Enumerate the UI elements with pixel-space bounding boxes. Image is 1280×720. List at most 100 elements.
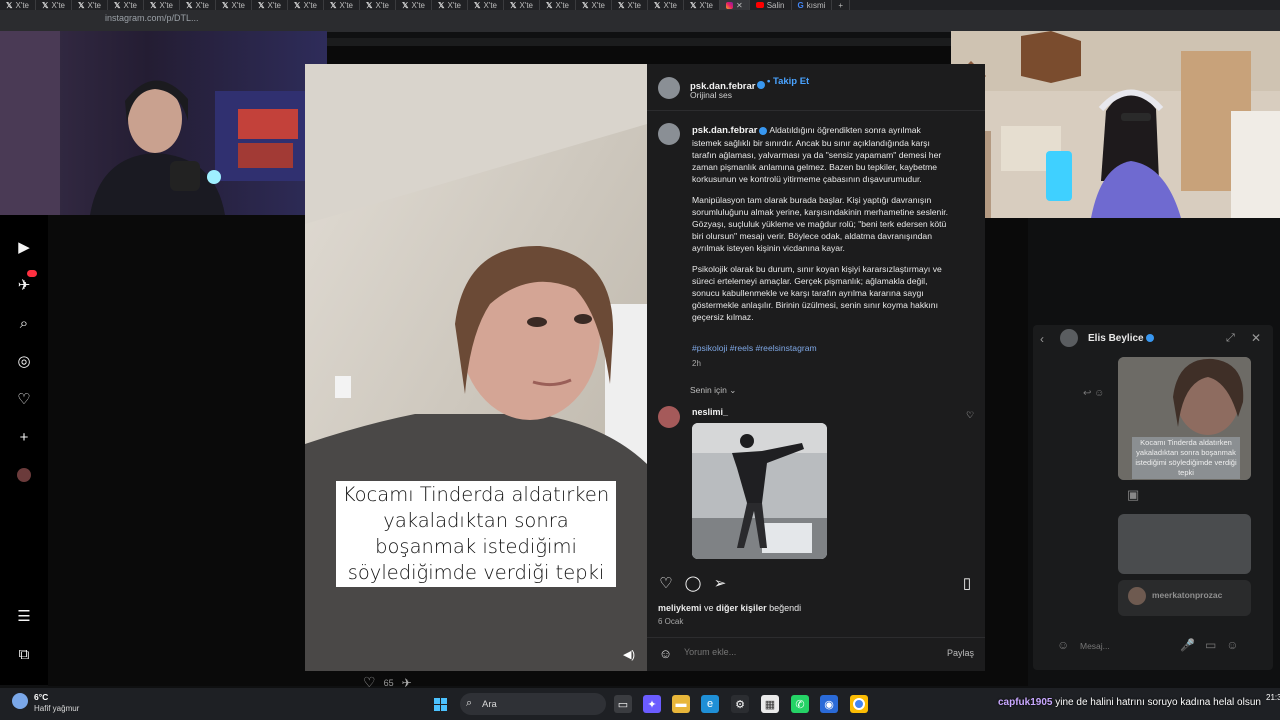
browser-tab[interactable]: 𝕏 X'te — [432, 0, 468, 10]
app-icon[interactable]: ⚙ — [731, 695, 749, 713]
x-logo-icon: 𝕏 — [402, 0, 409, 10]
browser-tab[interactable]: 𝕏 X'te — [396, 0, 432, 10]
browser-tab[interactable]: 𝕏 X'te — [612, 0, 648, 10]
comment-author[interactable]: neslimi_ — [692, 407, 728, 417]
browser-tab[interactable]: 𝕏 X'te — [504, 0, 540, 10]
x-logo-icon: 𝕏 — [366, 0, 373, 10]
x-logo-icon: 𝕏 — [654, 0, 661, 10]
messages-icon[interactable]: ✈ — [15, 270, 37, 294]
create-icon[interactable]: + — [15, 428, 33, 446]
edge-icon[interactable]: e — [701, 695, 719, 713]
task-view-icon[interactable]: ▭ — [614, 695, 632, 713]
weather-description[interactable]: Hafif yağmur — [34, 704, 79, 713]
taskbar-clock[interactable]: 21:3 — [1266, 693, 1280, 702]
windows-start-icon[interactable] — [431, 695, 449, 713]
avatar[interactable] — [1060, 329, 1078, 347]
file-explorer-icon[interactable]: ▬ — [672, 695, 690, 713]
explore-icon[interactable]: ◎ — [15, 352, 33, 370]
search-icon: ⌕ — [466, 697, 473, 709]
avatar[interactable] — [658, 77, 680, 99]
x-logo-icon: 𝕏 — [690, 0, 697, 10]
close-icon[interactable]: ✕ — [1251, 331, 1261, 345]
browser-tab[interactable]: 𝕏 X'te — [576, 0, 612, 10]
browser-tab[interactable]: 𝕏 X'te — [252, 0, 288, 10]
x-logo-icon: 𝕏 — [510, 0, 517, 10]
browser-tab[interactable]: 𝕏 X'te — [648, 0, 684, 10]
caption-paragraph: Psikolojik olarak bu durum, sınır koyan … — [692, 264, 942, 322]
back-icon[interactable]: ‹ — [1040, 332, 1044, 346]
streamer-webcam-left — [0, 31, 327, 215]
hashtags[interactable]: #psikoloji #reels #reelsinstagram — [692, 343, 817, 353]
chrome-icon[interactable] — [850, 695, 868, 713]
browser-tab-active[interactable]: ✕ — [720, 0, 750, 10]
x-logo-icon: 𝕏 — [114, 0, 121, 10]
dm-contact-name[interactable]: Elis Beylice — [1088, 333, 1154, 344]
dm-message-input[interactable]: Mesaj... — [1080, 641, 1110, 651]
browser-tab[interactable]: 𝕏 X'te — [180, 0, 216, 10]
avatar[interactable] — [658, 123, 680, 145]
reels-icon[interactable]: ▶ — [15, 238, 33, 256]
browser-tab[interactable]: 𝕏 X'te — [360, 0, 396, 10]
url-text[interactable]: instagram.com/p/DTL... — [105, 13, 199, 23]
comment-input[interactable] — [684, 647, 884, 657]
menu-icon[interactable]: ☰ — [15, 607, 33, 625]
browser-tab[interactable]: Gkısmi — [792, 0, 833, 10]
also-from-meta-icon[interactable]: ⧉ — [15, 645, 33, 663]
profile-avatar[interactable] — [15, 466, 33, 484]
x-logo-icon: 𝕏 — [618, 0, 625, 10]
original-audio-link[interactable]: Orijinal ses — [690, 90, 732, 100]
instagram-icon — [726, 1, 733, 9]
x-logo-icon: 𝕏 — [78, 0, 85, 10]
dm-shared-post[interactable] — [1118, 514, 1251, 574]
browser-tab[interactable]: 𝕏 X'te — [684, 0, 720, 10]
save-icon[interactable]: ▯ — [958, 574, 976, 592]
comment-icon[interactable]: ◯ — [684, 574, 702, 592]
avatar[interactable] — [658, 406, 680, 428]
post-date: 6 Ocak — [658, 617, 684, 626]
weather-temperature[interactable]: 6°C — [34, 692, 48, 702]
verified-icon — [1145, 334, 1154, 343]
youtube-icon — [755, 2, 764, 8]
new-tab-button[interactable]: + — [832, 0, 851, 10]
follow-button[interactable]: • Takip Et — [767, 76, 809, 87]
dm-input-actions[interactable]: 🎤▭☺ — [1180, 638, 1249, 652]
share-icon[interactable]: ➢ — [711, 574, 729, 592]
browser-tab[interactable]: 𝕏 X'te — [324, 0, 360, 10]
dm-reel-caption: Kocamı Tinderda aldatırken yakaladıktan … — [1132, 437, 1240, 479]
browser-tab[interactable]: 𝕏 X'te — [72, 0, 108, 10]
search-icon[interactable]: ⌕ — [15, 314, 33, 332]
gif-image — [692, 423, 827, 559]
x-logo-icon: 𝕏 — [186, 0, 193, 10]
browser-tab[interactable]: 𝕏 X'te — [540, 0, 576, 10]
heart-icon[interactable]: ♡ — [15, 390, 33, 408]
browser-tab[interactable]: 𝕏 X'te — [288, 0, 324, 10]
like-count: 65 — [383, 677, 394, 688]
browser-tab[interactable]: 𝕏 X'te — [216, 0, 252, 10]
whatsapp-icon[interactable]: ✆ — [791, 695, 809, 713]
store-icon[interactable]: ▦ — [761, 695, 779, 713]
close-icon[interactable]: ✕ — [736, 1, 743, 10]
browser-tab[interactable]: 𝕏 X'te — [108, 0, 144, 10]
post-caption: psk.dan.febrar Aldatıldığını öğrendikten… — [692, 124, 952, 332]
comment-like-icon[interactable]: ♡ — [966, 410, 974, 421]
browser-tab[interactable]: 𝕏 X'te — [144, 0, 180, 10]
speaker-icon[interactable]: ◀) — [621, 646, 637, 662]
expand-icon[interactable]: ⤢ — [1226, 332, 1235, 345]
copilot-icon[interactable]: ✦ — [643, 695, 661, 713]
like-icon[interactable]: ♡ — [657, 574, 675, 592]
dm-shared-username[interactable]: meerkatonprozac — [1152, 590, 1222, 600]
browser-tab[interactable]: Salin — [750, 0, 792, 10]
sort-dropdown[interactable]: Senin için ⌄ — [690, 385, 736, 396]
reply-icon[interactable]: ↩ ☺ — [1083, 388, 1104, 399]
comment-gif[interactable] — [692, 423, 827, 559]
post-comment-button[interactable]: Paylaş — [947, 648, 974, 658]
x-logo-icon: 𝕏 — [438, 0, 445, 10]
browser-tab[interactable]: 𝕏 X'te — [0, 0, 36, 10]
timestamp: 2h — [692, 359, 701, 368]
browser-tab[interactable]: 𝕏 X'te — [468, 0, 504, 10]
top-strip — [327, 38, 952, 46]
emoji-icon[interactable]: ☺ — [1057, 638, 1069, 652]
steam-icon[interactable]: ◉ — [820, 695, 838, 713]
browser-tab[interactable]: 𝕏 X'te — [36, 0, 72, 10]
emoji-icon[interactable]: ☺ — [657, 645, 674, 662]
